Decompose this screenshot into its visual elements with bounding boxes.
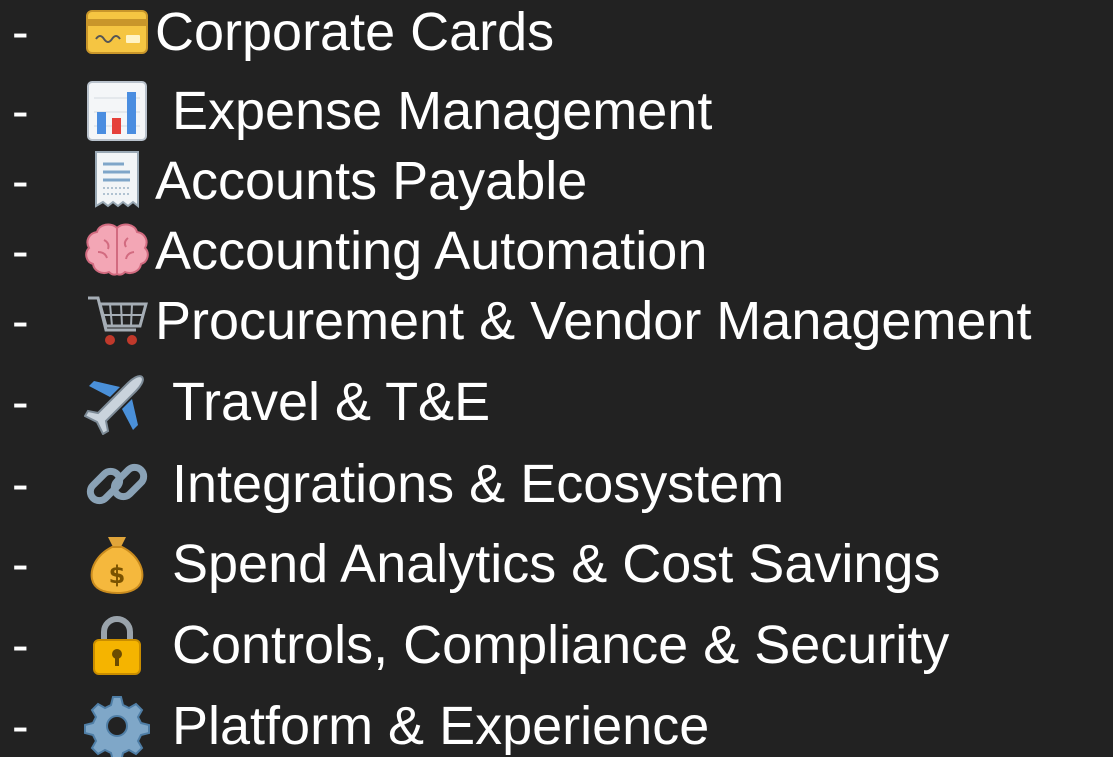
bullet-dash: - xyxy=(12,4,29,60)
bar-chart-icon xyxy=(84,78,150,144)
item-label: Accounting Automation xyxy=(155,221,708,281)
bullet-dash: - xyxy=(12,223,29,279)
credit-card-icon xyxy=(84,0,150,65)
bullet-dash: - xyxy=(12,374,29,430)
list-item-accounts-payable: - Accounts Payable xyxy=(0,146,1113,216)
bullet-dash: - xyxy=(12,617,29,673)
item-label: Controls, Compliance & Security xyxy=(172,615,950,675)
item-label: Spend Analytics & Cost Savings xyxy=(172,534,941,594)
bullet-dash: - xyxy=(12,698,29,754)
list-item-travel: - Travel & T&E xyxy=(0,367,1113,437)
svg-text:$: $ xyxy=(109,561,126,589)
airplane-icon xyxy=(84,369,150,435)
shopping-cart-icon xyxy=(84,288,150,354)
feature-list: - Corporate Cards - Expense Management -… xyxy=(0,0,1113,757)
item-label: Procurement & Vendor Management xyxy=(155,291,1032,351)
receipt-icon xyxy=(84,148,150,214)
bullet-dash: - xyxy=(12,456,29,512)
list-item-accounting-automation: - Accounting Automation xyxy=(0,216,1113,286)
brain-icon xyxy=(84,218,150,284)
bullet-dash: - xyxy=(12,293,29,349)
list-item-spend-analytics: - $ Spend Analytics & Cost Savings xyxy=(0,529,1113,599)
item-label: Travel & T&E xyxy=(172,372,491,432)
list-item-controls: - Controls, Compliance & Security xyxy=(0,610,1113,680)
money-bag-icon: $ xyxy=(84,531,150,597)
item-label: Platform & Experience xyxy=(172,696,710,756)
item-label: Corporate Cards xyxy=(155,2,555,62)
list-item-integrations: - Integrations & Ecosystem xyxy=(0,449,1113,519)
list-item-procurement: - Procurement & Vendor Management xyxy=(0,286,1113,356)
list-item-corporate-cards: - Corporate Cards xyxy=(0,0,1113,67)
item-label: Integrations & Ecosystem xyxy=(172,454,785,514)
bullet-dash: - xyxy=(12,536,29,592)
gear-icon xyxy=(84,693,150,757)
item-label: Expense Management xyxy=(172,81,713,141)
bullet-dash: - xyxy=(12,153,29,209)
link-icon xyxy=(84,451,150,517)
list-item-expense-management: - Expense Management xyxy=(0,76,1113,146)
bullet-dash: - xyxy=(12,83,29,139)
list-item-platform: - Platform & Experience xyxy=(0,691,1113,757)
lock-icon xyxy=(84,612,150,678)
item-label: Accounts Payable xyxy=(155,151,588,211)
